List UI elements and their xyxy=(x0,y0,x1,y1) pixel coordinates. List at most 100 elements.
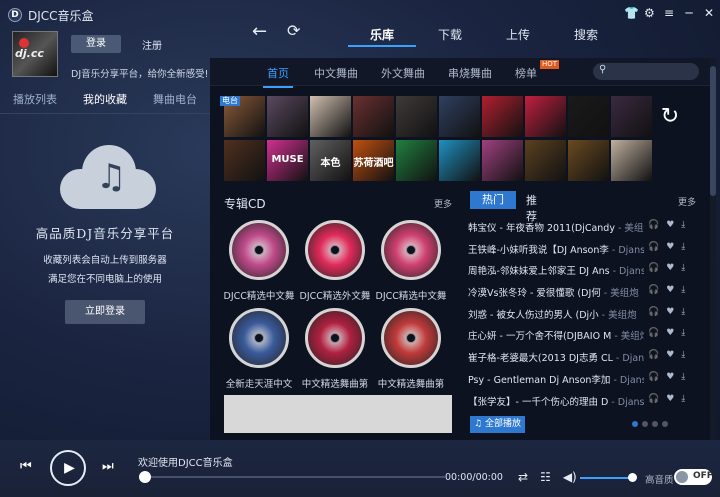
subtab-foreign-dance[interactable]: 外文舞曲 xyxy=(381,65,425,81)
listen-icon[interactable]: 🎧 xyxy=(648,328,659,338)
search-input[interactable]: ⚲ xyxy=(593,63,699,80)
volume-slider[interactable] xyxy=(580,477,634,479)
page-dot[interactable] xyxy=(632,421,638,427)
subtab-chinese-dance[interactable]: 中文舞曲 xyxy=(314,65,358,81)
skin-icon[interactable]: 👕 xyxy=(624,6,639,20)
song-title[interactable]: 庄心妍 - 一万个舍不得(DJBAIO M - 美组炮 xyxy=(468,328,644,342)
radio-tile[interactable] xyxy=(439,96,480,137)
subtab-charts[interactable]: 榜单 xyxy=(515,65,537,81)
nav-tab-search[interactable]: 搜索 xyxy=(552,26,620,47)
play-button[interactable]: ▶ xyxy=(50,450,86,486)
listen-icon[interactable]: 🎧 xyxy=(648,372,659,382)
song-title[interactable]: 刘惑 - 被女人伤过的男人 (Dj小 - 美组炮 xyxy=(468,307,644,321)
refresh-icon[interactable]: ⟳ xyxy=(287,21,300,40)
radio-tile[interactable] xyxy=(224,140,265,181)
listen-icon[interactable]: 🎧 xyxy=(648,220,659,230)
cd-more-link[interactable]: 更多 xyxy=(434,197,452,210)
download-icon[interactable]: ⤓ xyxy=(681,220,685,230)
page-dot[interactable] xyxy=(662,421,668,427)
listen-icon[interactable]: 🎧 xyxy=(648,285,659,295)
radio-tile[interactable]: 苏荷酒吧 xyxy=(353,140,394,181)
close-icon[interactable]: ✕ xyxy=(704,6,714,20)
download-icon[interactable]: ⤓ xyxy=(681,285,685,295)
login-button[interactable]: 登录 xyxy=(71,35,121,53)
song-title[interactable]: 【张学友】- 一千个伤心的理由 D - Djanson李加 xyxy=(468,394,644,408)
download-icon[interactable]: ⤓ xyxy=(681,350,685,360)
radio-tile[interactable] xyxy=(310,96,351,137)
back-arrow-icon[interactable]: ← xyxy=(252,21,267,42)
radio-tile[interactable]: MUSE xyxy=(267,140,308,181)
song-row[interactable]: 庄心妍 - 一万个舍不得(DJBAIO M - 美组炮 🎧 ♥ ⤓ xyxy=(468,325,700,347)
radio-tile[interactable] xyxy=(482,140,523,181)
nav-tab-upload[interactable]: 上传 xyxy=(484,26,552,47)
song-row[interactable]: 周艳泓-邻妹妹爱上邻家王 DJ Ans - Djanson李 🎧 ♥ ⤓ xyxy=(468,260,700,282)
settings-icon[interactable]: ⚙ xyxy=(644,6,655,20)
volume-icon[interactable]: ◀) xyxy=(563,470,577,484)
download-icon[interactable]: ⤓ xyxy=(681,307,685,317)
menu-icon[interactable]: ≡ xyxy=(664,6,674,20)
progress-knob[interactable] xyxy=(139,471,151,483)
content-scrollbar[interactable] xyxy=(710,58,716,440)
song-row[interactable]: 韩宝仪 - 年夜香物 2011(DjCandy - 美组炮 🎧 ♥ ⤓ xyxy=(468,217,700,239)
song-title[interactable]: 冷漠Vs张冬玲 - 爱很懂歌 (DJ何 - 美组炮 xyxy=(468,285,644,299)
ad-banner[interactable] xyxy=(224,395,452,433)
song-row[interactable]: 王铁峰-小妹听我说【DJ Anson李 - Djanson李 🎧 ♥ ⤓ xyxy=(468,239,700,261)
radio-tile[interactable] xyxy=(611,140,652,181)
cd-item[interactable]: DJCC精选外文舞 xyxy=(298,220,372,302)
cd-item[interactable]: 中文精选舞曲第 xyxy=(374,308,448,390)
radio-tile[interactable] xyxy=(482,96,523,137)
favorite-icon[interactable]: ♥ xyxy=(666,307,674,317)
nav-tab-download[interactable]: 下载 xyxy=(416,26,484,47)
download-icon[interactable]: ⤓ xyxy=(681,328,685,338)
nav-tab-library[interactable]: 乐库 xyxy=(348,26,416,47)
minimize-icon[interactable]: ─ xyxy=(684,6,694,20)
subtab-medley[interactable]: 串烧舞曲 xyxy=(448,65,492,81)
radio-tile[interactable] xyxy=(439,140,480,181)
radio-tile[interactable]: 本色 xyxy=(310,140,351,181)
tab-playlist[interactable]: 播放列表 xyxy=(0,88,70,113)
login-now-button[interactable]: 立即登录 xyxy=(65,300,145,324)
favorite-icon[interactable]: ♥ xyxy=(666,285,674,295)
register-link[interactable]: 注册 xyxy=(142,37,162,52)
radio-tile[interactable] xyxy=(353,96,394,137)
download-icon[interactable]: ⤓ xyxy=(681,263,685,273)
repeat-icon[interactable]: ⇄ xyxy=(518,470,528,484)
cd-item[interactable]: 全新走天涯中文 xyxy=(222,308,296,390)
song-title[interactable]: 周艳泓-邻妹妹爱上邻家王 DJ Ans - Djanson李 xyxy=(468,263,644,277)
song-title[interactable]: 王铁峰-小妹听我说【DJ Anson李 - Djanson李 xyxy=(468,242,644,256)
favorite-icon[interactable]: ♥ xyxy=(666,372,674,382)
download-icon[interactable]: ⤓ xyxy=(681,242,685,252)
page-dot[interactable] xyxy=(642,421,648,427)
tab-hot[interactable]: 热门 xyxy=(470,191,516,209)
subtab-home[interactable]: 首页 xyxy=(263,65,293,88)
tab-favorites[interactable]: 我的收藏 xyxy=(70,88,140,113)
radio-tile[interactable] xyxy=(611,96,652,137)
page-dot[interactable] xyxy=(652,421,658,427)
tab-radio[interactable]: 舞曲电台 xyxy=(140,88,210,113)
radio-tile[interactable] xyxy=(396,140,437,181)
listen-icon[interactable]: 🎧 xyxy=(648,263,659,273)
previous-icon[interactable]: ⏮ xyxy=(20,459,32,474)
radio-tile[interactable] xyxy=(525,140,566,181)
song-row[interactable]: 刘惑 - 被女人伤过的男人 (Dj小 - 美组炮 🎧 ♥ ⤓ xyxy=(468,304,700,326)
song-title[interactable]: 崔子格-老婆最大(2013 DJ志勇 CL - Djanson李 xyxy=(468,350,644,364)
cd-item[interactable]: DJCC精选中文舞 xyxy=(374,220,448,302)
song-row[interactable]: Psy - Gentleman Dj Anson李加 - Djanson李加 🎧 ♥… xyxy=(468,369,700,391)
cd-item[interactable]: DJCC精选中文舞 xyxy=(222,220,296,302)
grid-refresh-icon[interactable]: ↻ xyxy=(654,96,686,137)
song-title[interactable]: Psy - Gentleman Dj Anson李加 - Djanson李加 xyxy=(468,372,644,386)
cd-item[interactable]: 中文精选舞曲第 xyxy=(298,308,372,390)
download-icon[interactable]: ⤓ xyxy=(681,394,685,404)
volume-knob[interactable] xyxy=(628,473,637,482)
favorite-icon[interactable]: ♥ xyxy=(666,350,674,360)
download-icon[interactable]: ⤓ xyxy=(681,372,685,382)
radio-tile[interactable] xyxy=(525,96,566,137)
radio-tile[interactable] xyxy=(568,140,609,181)
song-row[interactable]: 【张学友】- 一千个伤心的理由 D - Djanson李加 🎧 ♥ ⤓ xyxy=(468,391,700,413)
equalizer-icon[interactable]: ☷ xyxy=(540,470,551,484)
radio-tile[interactable] xyxy=(396,96,437,137)
song-title[interactable]: 韩宝仪 - 年夜香物 2011(DjCandy - 美组炮 xyxy=(468,220,644,234)
progress-track[interactable] xyxy=(145,476,445,478)
listen-icon[interactable]: 🎧 xyxy=(648,242,659,252)
listen-icon[interactable]: 🎧 xyxy=(648,350,659,360)
